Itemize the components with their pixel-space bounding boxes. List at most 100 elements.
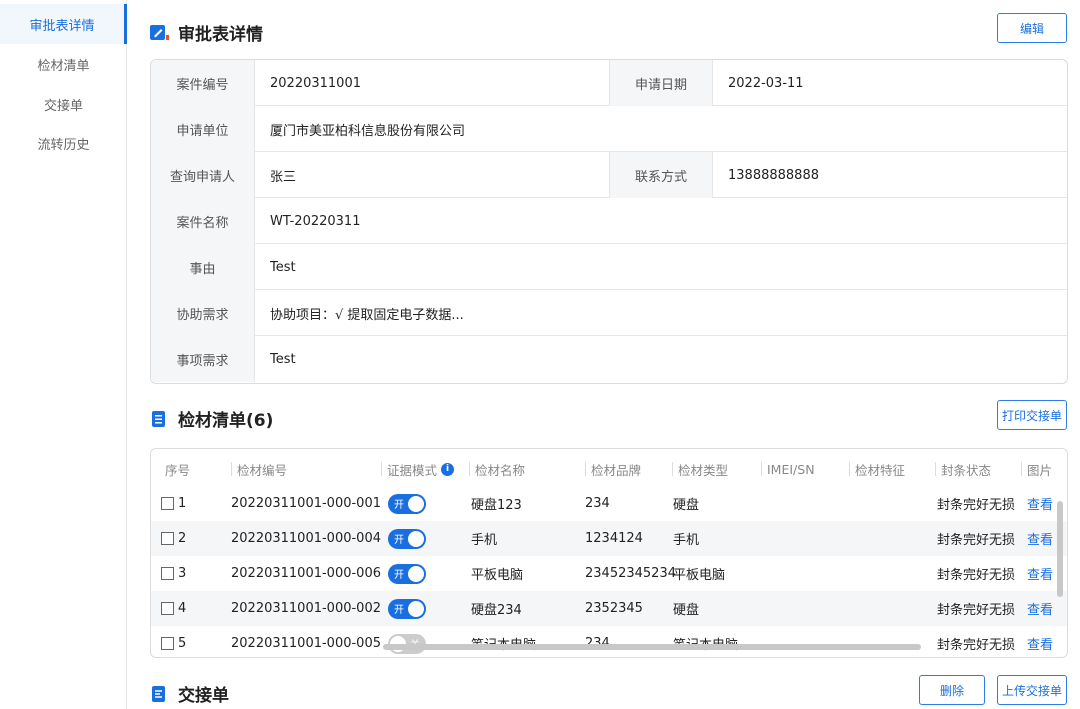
item-req-label: 事项需求 xyxy=(151,336,255,382)
row-type: 平板电脑 xyxy=(673,568,726,583)
toggle-label: 开 xyxy=(394,569,404,581)
view-image-link[interactable]: 查看 xyxy=(1027,486,1053,521)
unit-label: 申请单位 xyxy=(151,106,255,152)
row-checkbox[interactable] xyxy=(161,567,174,580)
document-icon xyxy=(150,685,168,703)
row-no-text: 3 xyxy=(178,566,187,581)
applicant-label: 查询申请人 xyxy=(151,152,255,198)
row-seal: 封条完好无损 xyxy=(937,568,1016,583)
edit-icon xyxy=(150,24,169,42)
col-header-seal-label: 封条状态 xyxy=(941,462,992,478)
col-header-feature: 检材特征 xyxy=(849,449,905,489)
row-no-text: 1 xyxy=(178,496,187,511)
row-name: 硬盘123 xyxy=(471,498,522,513)
row-no-text: 4 xyxy=(178,601,187,616)
row-code: 20220311001-000-006 xyxy=(231,566,381,581)
detail-row: 案件编号 20220311001 申请日期 2022-03-11 xyxy=(151,60,1067,106)
case-no-value: 20220311001 xyxy=(270,75,361,91)
upload-handover-button[interactable]: 上传交接单 xyxy=(997,675,1067,705)
detail-row: 协助需求 协助项目：√ 提取固定电子数据... xyxy=(151,290,1067,336)
row-type: 硬盘 xyxy=(673,603,700,618)
row-mode: 开 xyxy=(388,486,426,521)
row-checkbox[interactable] xyxy=(161,637,174,650)
sidebar-item-materials[interactable]: 检材清单 xyxy=(0,44,127,84)
sidebar-item-handover[interactable]: 交接单 xyxy=(0,84,127,124)
row-seal: 封条完好无损 xyxy=(937,638,1016,653)
materials-header: 检材清单(6) xyxy=(150,406,273,431)
col-header-pic-label: 图片 xyxy=(1027,462,1053,478)
toggle-knob xyxy=(408,530,424,547)
evidence-mode-toggle[interactable]: 开 xyxy=(388,563,426,584)
sidebar-item-history[interactable]: 流转历史 xyxy=(0,123,127,163)
row-code: 20220311001-000-004 xyxy=(231,531,381,546)
col-header-code: 检材编号 xyxy=(231,449,287,489)
col-header-name-label: 检材名称 xyxy=(475,462,526,478)
col-header-imei: IMEI/SN xyxy=(761,449,815,489)
view-image-link[interactable]: 查看 xyxy=(1027,626,1053,657)
sidebar: 审批表详情 检材清单 交接单 流转历史 xyxy=(0,0,127,709)
handover-header: 交接单 xyxy=(150,681,229,706)
toggle-knob xyxy=(408,495,424,512)
handover-title: 交接单 xyxy=(178,686,229,706)
col-header-name: 检材名称 xyxy=(469,449,526,489)
list-icon xyxy=(150,410,168,428)
row-name: 笔记本电脑 xyxy=(471,626,536,657)
toggle-knob xyxy=(408,600,424,617)
row-type: 手机 xyxy=(673,533,700,548)
edit-button[interactable]: 编辑 xyxy=(997,13,1067,43)
detail-row: 申请单位 厦门市美亚柏科信息股份有限公司 xyxy=(151,106,1067,152)
view-image-link[interactable]: 查看 xyxy=(1027,521,1053,556)
case-no-label: 案件编号 xyxy=(151,60,255,106)
evidence-mode-toggle[interactable]: 开 xyxy=(388,493,426,514)
item-req-value: Test xyxy=(270,351,296,367)
col-header-mode-label: 证据模式 xyxy=(387,462,438,478)
row-code: 20220311001-000-005 xyxy=(231,636,381,651)
info-icon[interactable]: i xyxy=(441,462,455,476)
row-brand: 234 xyxy=(585,626,610,657)
row-type: 笔记本电脑 xyxy=(673,626,738,657)
row-seal: 封条完好无损 xyxy=(937,603,1016,618)
evidence-mode-toggle[interactable]: 开 xyxy=(388,598,426,619)
row-checkbox[interactable] xyxy=(161,602,174,615)
col-header-brand-label: 检材品牌 xyxy=(591,462,642,478)
table-row: 1 20220311001-000-001 开 硬盘123 234 硬盘 封条完… xyxy=(151,486,1067,521)
sidebar-item-label: 流转历史 xyxy=(37,137,90,153)
view-image-link[interactable]: 查看 xyxy=(1027,591,1053,626)
row-mode: 关 xyxy=(388,626,426,657)
detail-table: 案件编号 20220311001 申请日期 2022-03-11 申请单位 厦门… xyxy=(150,59,1068,384)
row-code: 20220311001-000-001 xyxy=(231,496,381,511)
assist-value: 协助项目：√ 提取固定电子数据... xyxy=(270,307,464,323)
row-code: 20220311001-000-002 xyxy=(231,601,381,616)
row-mode: 开 xyxy=(388,556,426,591)
row-checkbox[interactable] xyxy=(161,532,174,545)
table-row: 5 20220311001-000-005 关 笔记本电脑 234 笔记本电脑 … xyxy=(151,626,1067,657)
print-handover-button[interactable]: 打印交接单 xyxy=(997,400,1067,430)
evidence-mode-toggle[interactable]: 开 xyxy=(388,528,426,549)
applicant-value: 张三 xyxy=(270,169,297,185)
materials-table: 序号 检材编号 证据模式 i 检材名称 检材品牌 检材类型 IMEI/SN 检材特… xyxy=(150,448,1068,658)
row-no-text: 2 xyxy=(178,531,187,546)
row-no: 4 xyxy=(161,591,186,626)
row-mode: 开 xyxy=(388,521,426,556)
horizontal-scrollbar[interactable] xyxy=(383,644,921,650)
sidebar-item-approval-detail[interactable]: 审批表详情 xyxy=(0,4,127,44)
sidebar-item-label: 检材清单 xyxy=(37,58,90,74)
contact-label: 联系方式 xyxy=(609,152,713,198)
table-row: 4 20220311001-000-002 开 硬盘234 2352345 硬盘… xyxy=(151,591,1067,626)
vertical-scrollbar[interactable] xyxy=(1057,501,1063,597)
col-header-type: 检材类型 xyxy=(672,449,728,489)
row-brand: 234 xyxy=(585,496,610,511)
view-image-link[interactable]: 查看 xyxy=(1027,556,1053,591)
detail-row: 案件名称 WT-20220311 xyxy=(151,198,1067,244)
col-header-brand: 检材品牌 xyxy=(585,449,642,489)
detail-row: 事由 Test xyxy=(151,244,1067,290)
row-name: 硬盘234 xyxy=(471,603,522,618)
approval-detail-header: 审批表详情 xyxy=(150,20,263,45)
reason-value: Test xyxy=(270,259,296,275)
toggle-knob xyxy=(408,565,424,582)
col-header-seal: 封条状态 xyxy=(935,449,992,489)
detail-row: 查询申请人 张三 联系方式 13888888888 xyxy=(151,152,1067,198)
assist-label: 协助需求 xyxy=(151,290,255,336)
delete-button[interactable]: 删除 xyxy=(919,675,985,705)
row-checkbox[interactable] xyxy=(161,497,174,510)
